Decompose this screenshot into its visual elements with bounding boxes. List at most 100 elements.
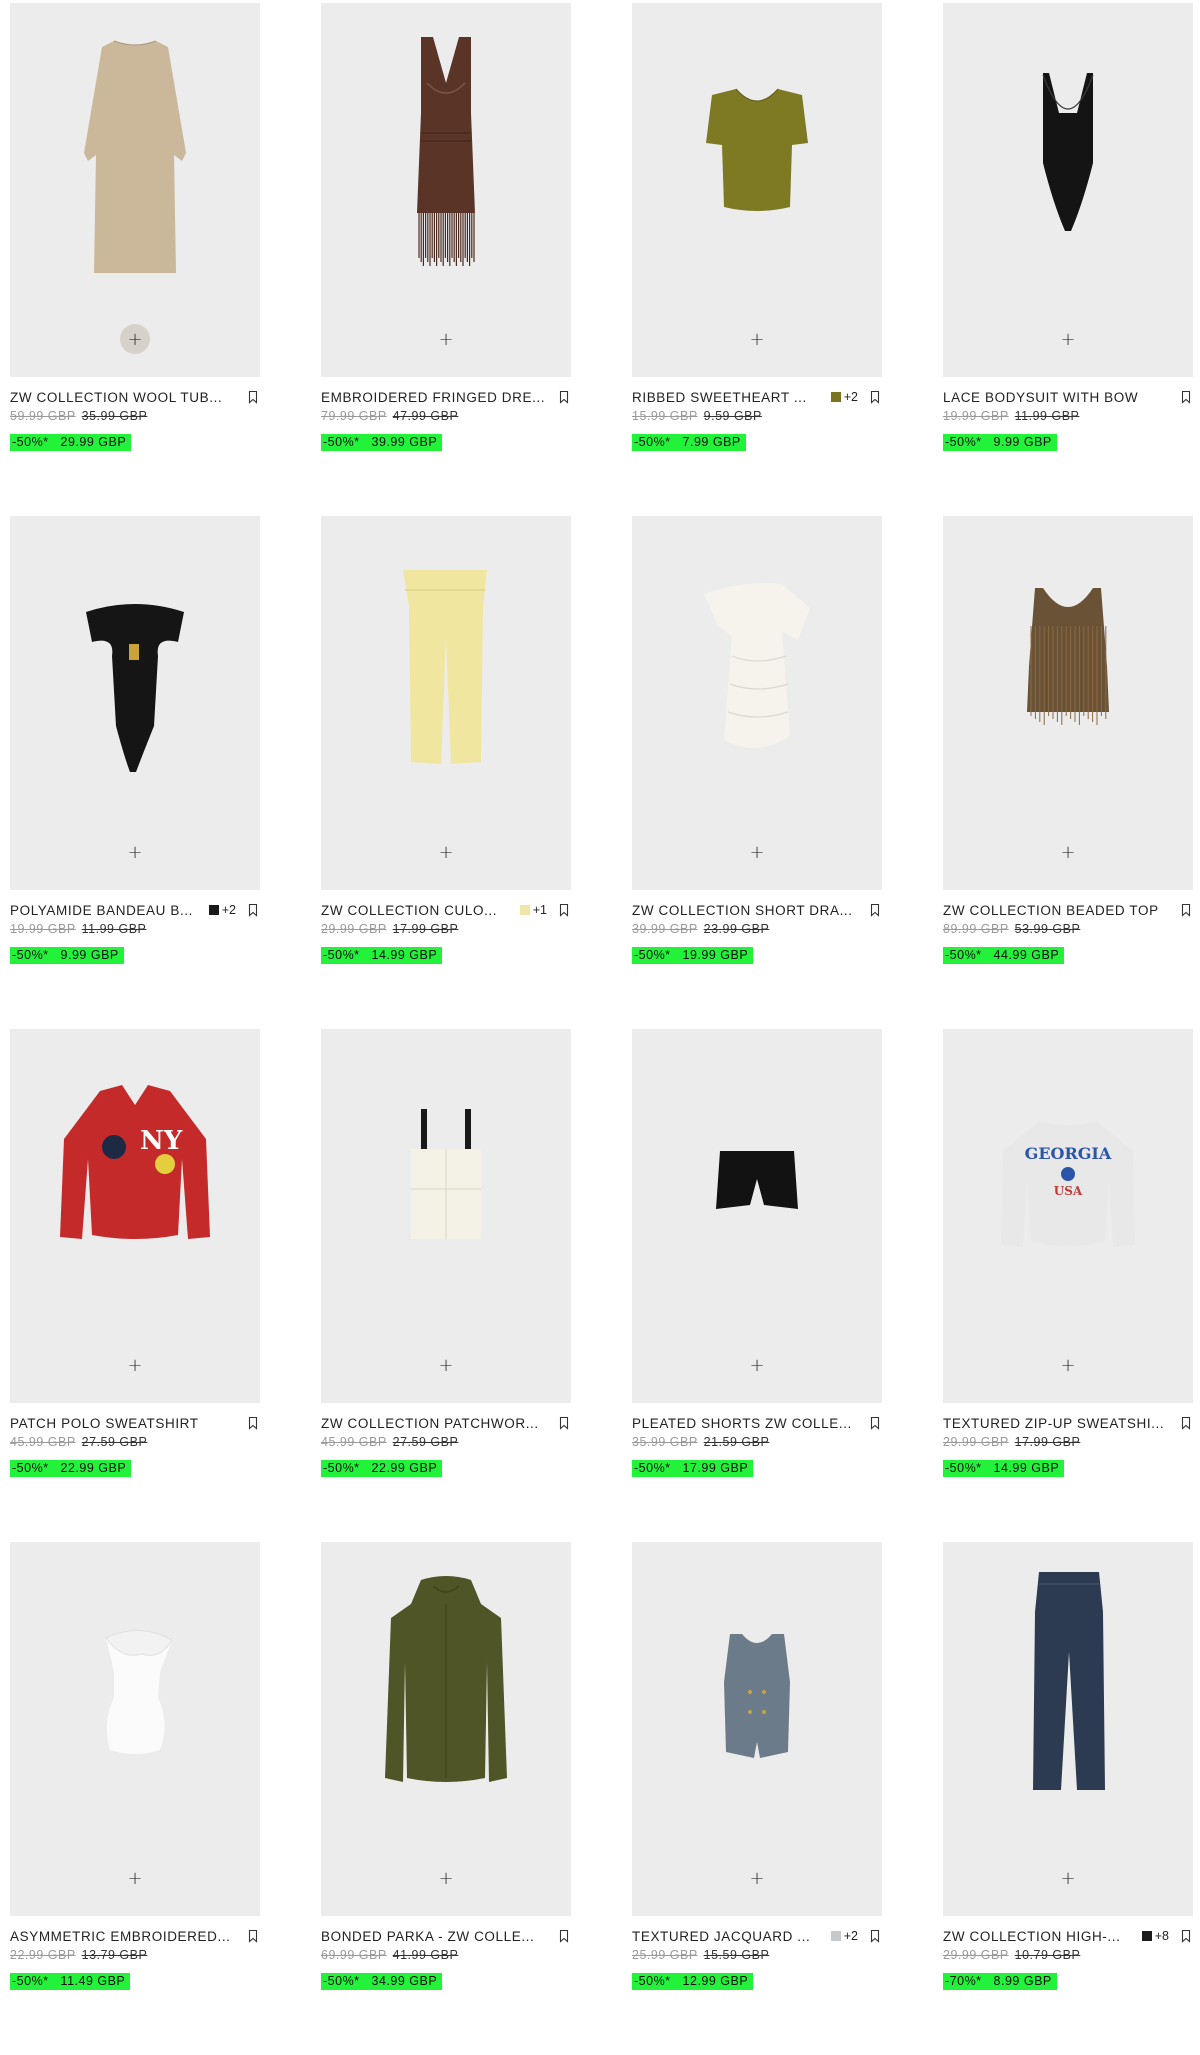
product-photo	[704, 583, 810, 749]
product-card-7[interactable]: + ZW COLLECTION SHORT DRA... 39.99 GBP 23…	[632, 516, 882, 1029]
product-name[interactable]: EMBROIDERED FRINGED DRE...	[321, 390, 547, 405]
product-name[interactable]: ZW COLLECTION HIGH-...	[943, 1929, 1136, 1944]
color-swatches[interactable]: +1	[519, 903, 547, 917]
product-image[interactable]: +	[10, 3, 260, 377]
product-image[interactable]: +	[632, 1029, 882, 1403]
price-history: 22.99 GBP 13.79 GBP	[10, 1948, 147, 1962]
product-image[interactable]: +	[321, 1542, 571, 1916]
product-name[interactable]: RIBBED SWEETHEART ...	[632, 390, 825, 405]
sale-price-badge: -50%* 14.99 GBP	[943, 1460, 1065, 1477]
product-name[interactable]: BONDED PARKA - ZW COLLE...	[321, 1929, 547, 1944]
product-card-2[interactable]: + EMBROIDERED FRINGED DRE... 79.99 GBP 47…	[321, 3, 571, 516]
add-to-cart-button[interactable]: +	[120, 1863, 150, 1893]
sale-price: 7.99 GBP	[682, 435, 741, 449]
bookmark-icon[interactable]	[1179, 903, 1193, 917]
add-to-cart-button[interactable]: +	[120, 1350, 150, 1380]
add-to-cart-button[interactable]: +	[1053, 324, 1083, 354]
add-to-cart-button[interactable]: +	[431, 837, 461, 867]
product-name[interactable]: ZW COLLECTION SHORT DRA...	[632, 903, 858, 918]
product-image[interactable]: NY +	[10, 1029, 260, 1403]
bookmark-icon[interactable]	[557, 1929, 571, 1943]
product-name[interactable]: ZW COLLECTION WOOL TUB...	[10, 390, 236, 405]
product-image[interactable]: +	[943, 516, 1193, 890]
product-image[interactable]: +	[321, 3, 571, 377]
product-name[interactable]: ZW COLLECTION PATCHWOR...	[321, 1416, 547, 1431]
bookmark-icon[interactable]	[1179, 1416, 1193, 1430]
product-image[interactable]: +	[943, 3, 1193, 377]
product-name[interactable]: POLYAMIDE BANDEAU B...	[10, 903, 203, 918]
color-swatches[interactable]: +8	[1141, 1929, 1169, 1943]
product-name[interactable]: PATCH POLO SWEATSHIRT	[10, 1416, 236, 1431]
product-name[interactable]: ASYMMETRIC EMBROIDERED...	[10, 1929, 236, 1944]
color-swatch[interactable]	[830, 392, 841, 402]
product-image[interactable]: +	[321, 516, 571, 890]
product-name[interactable]: LACE BODYSUIT WITH BOW	[943, 390, 1169, 405]
product-card-1[interactable]: + ZW COLLECTION WOOL TUB... 59.99 GBP 35.…	[10, 3, 260, 516]
product-info: EMBROIDERED FRINGED DRE...	[321, 388, 571, 406]
product-card-15[interactable]: + TEXTURED JACQUARD ... +2 25.99 GBP 15.5…	[632, 1542, 882, 2055]
add-to-cart-button[interactable]: +	[1053, 1350, 1083, 1380]
product-card-9[interactable]: NY + PATCH POLO SWEATSHIRT 45.99 GBP 27.5…	[10, 1029, 260, 1542]
color-swatches[interactable]: +2	[208, 903, 236, 917]
color-swatch[interactable]	[1141, 1931, 1152, 1941]
product-image[interactable]: +	[943, 1542, 1193, 1916]
bookmark-icon[interactable]	[868, 390, 882, 404]
add-to-cart-button[interactable]: +	[1053, 837, 1083, 867]
product-card-12[interactable]: GEORGIA USA + TEXTURED ZIP-UP SWEATSHI..…	[943, 1029, 1193, 1542]
add-to-cart-button[interactable]: +	[120, 837, 150, 867]
bookmark-icon[interactable]	[557, 390, 571, 404]
product-card-10[interactable]: + ZW COLLECTION PATCHWOR... 45.99 GBP 27.…	[321, 1029, 571, 1542]
bookmark-icon[interactable]	[557, 1416, 571, 1430]
product-card-6[interactable]: + ZW COLLECTION CULO... +1 29.99 GBP 17.9…	[321, 516, 571, 1029]
price-history: 79.99 GBP 47.99 GBP	[321, 409, 458, 423]
product-image[interactable]: +	[321, 1029, 571, 1403]
color-swatch[interactable]	[519, 905, 530, 915]
add-to-cart-button[interactable]: +	[742, 837, 772, 867]
product-image[interactable]: +	[10, 516, 260, 890]
product-card-16[interactable]: + ZW COLLECTION HIGH-... +8 29.99 GBP 10.…	[943, 1542, 1193, 2055]
add-to-cart-button[interactable]: +	[742, 1350, 772, 1380]
original-price: 29.99 GBP	[321, 922, 387, 936]
product-image[interactable]: +	[632, 516, 882, 890]
bookmark-icon[interactable]	[868, 1416, 882, 1430]
bookmark-icon[interactable]	[868, 1929, 882, 1943]
color-swatch[interactable]	[208, 905, 219, 915]
add-to-cart-button[interactable]: +	[742, 324, 772, 354]
color-swatch[interactable]	[830, 1931, 841, 1941]
product-name[interactable]: TEXTURED ZIP-UP SWEATSHI...	[943, 1416, 1169, 1431]
product-image[interactable]: +	[10, 1542, 260, 1916]
bookmark-icon[interactable]	[868, 903, 882, 917]
bookmark-icon[interactable]	[1179, 390, 1193, 404]
add-to-cart-button[interactable]: +	[431, 324, 461, 354]
add-to-cart-button[interactable]: +	[120, 324, 150, 354]
product-image[interactable]: +	[632, 3, 882, 377]
product-card-13[interactable]: + ASYMMETRIC EMBROIDERED... 22.99 GBP 13.…	[10, 1542, 260, 2055]
product-info: ZW COLLECTION PATCHWOR...	[321, 1414, 571, 1432]
product-card-3[interactable]: + RIBBED SWEETHEART ... +2 15.99 GBP 9.59…	[632, 3, 882, 516]
add-to-cart-button[interactable]: +	[1053, 1863, 1083, 1893]
product-card-11[interactable]: + PLEATED SHORTS ZW COLLE... 35.99 GBP 21…	[632, 1029, 882, 1542]
sale-price-badge: -50%* 39.99 GBP	[321, 434, 443, 451]
add-to-cart-button[interactable]: +	[431, 1350, 461, 1380]
product-name[interactable]: TEXTURED JACQUARD ...	[632, 1929, 825, 1944]
bookmark-icon[interactable]	[246, 390, 260, 404]
product-card-4[interactable]: + LACE BODYSUIT WITH BOW 19.99 GBP 11.99 …	[943, 3, 1193, 516]
product-name[interactable]: ZW COLLECTION BEADED TOP	[943, 903, 1169, 918]
bookmark-icon[interactable]	[246, 903, 260, 917]
add-to-cart-button[interactable]: +	[742, 1863, 772, 1893]
color-swatches[interactable]: +2	[830, 1929, 858, 1943]
product-card-14[interactable]: + BONDED PARKA - ZW COLLE... 69.99 GBP 41…	[321, 1542, 571, 2055]
bookmark-icon[interactable]	[1179, 1929, 1193, 1943]
bookmark-icon[interactable]	[246, 1416, 260, 1430]
bookmark-icon[interactable]	[557, 903, 571, 917]
product-card-8[interactable]: + ZW COLLECTION BEADED TOP 89.99 GBP 53.9…	[943, 516, 1193, 1029]
product-image[interactable]: GEORGIA USA +	[943, 1029, 1193, 1403]
product-image[interactable]: +	[632, 1542, 882, 1916]
add-to-cart-button[interactable]: +	[431, 1863, 461, 1893]
color-swatches[interactable]: +2	[830, 390, 858, 404]
product-card-5[interactable]: + POLYAMIDE BANDEAU B... +2 19.99 GBP 11.…	[10, 516, 260, 1029]
product-name[interactable]: ZW COLLECTION CULO...	[321, 903, 514, 918]
more-colors-count: +8	[1154, 1929, 1169, 1943]
bookmark-icon[interactable]	[246, 1929, 260, 1943]
product-name[interactable]: PLEATED SHORTS ZW COLLE...	[632, 1416, 858, 1431]
